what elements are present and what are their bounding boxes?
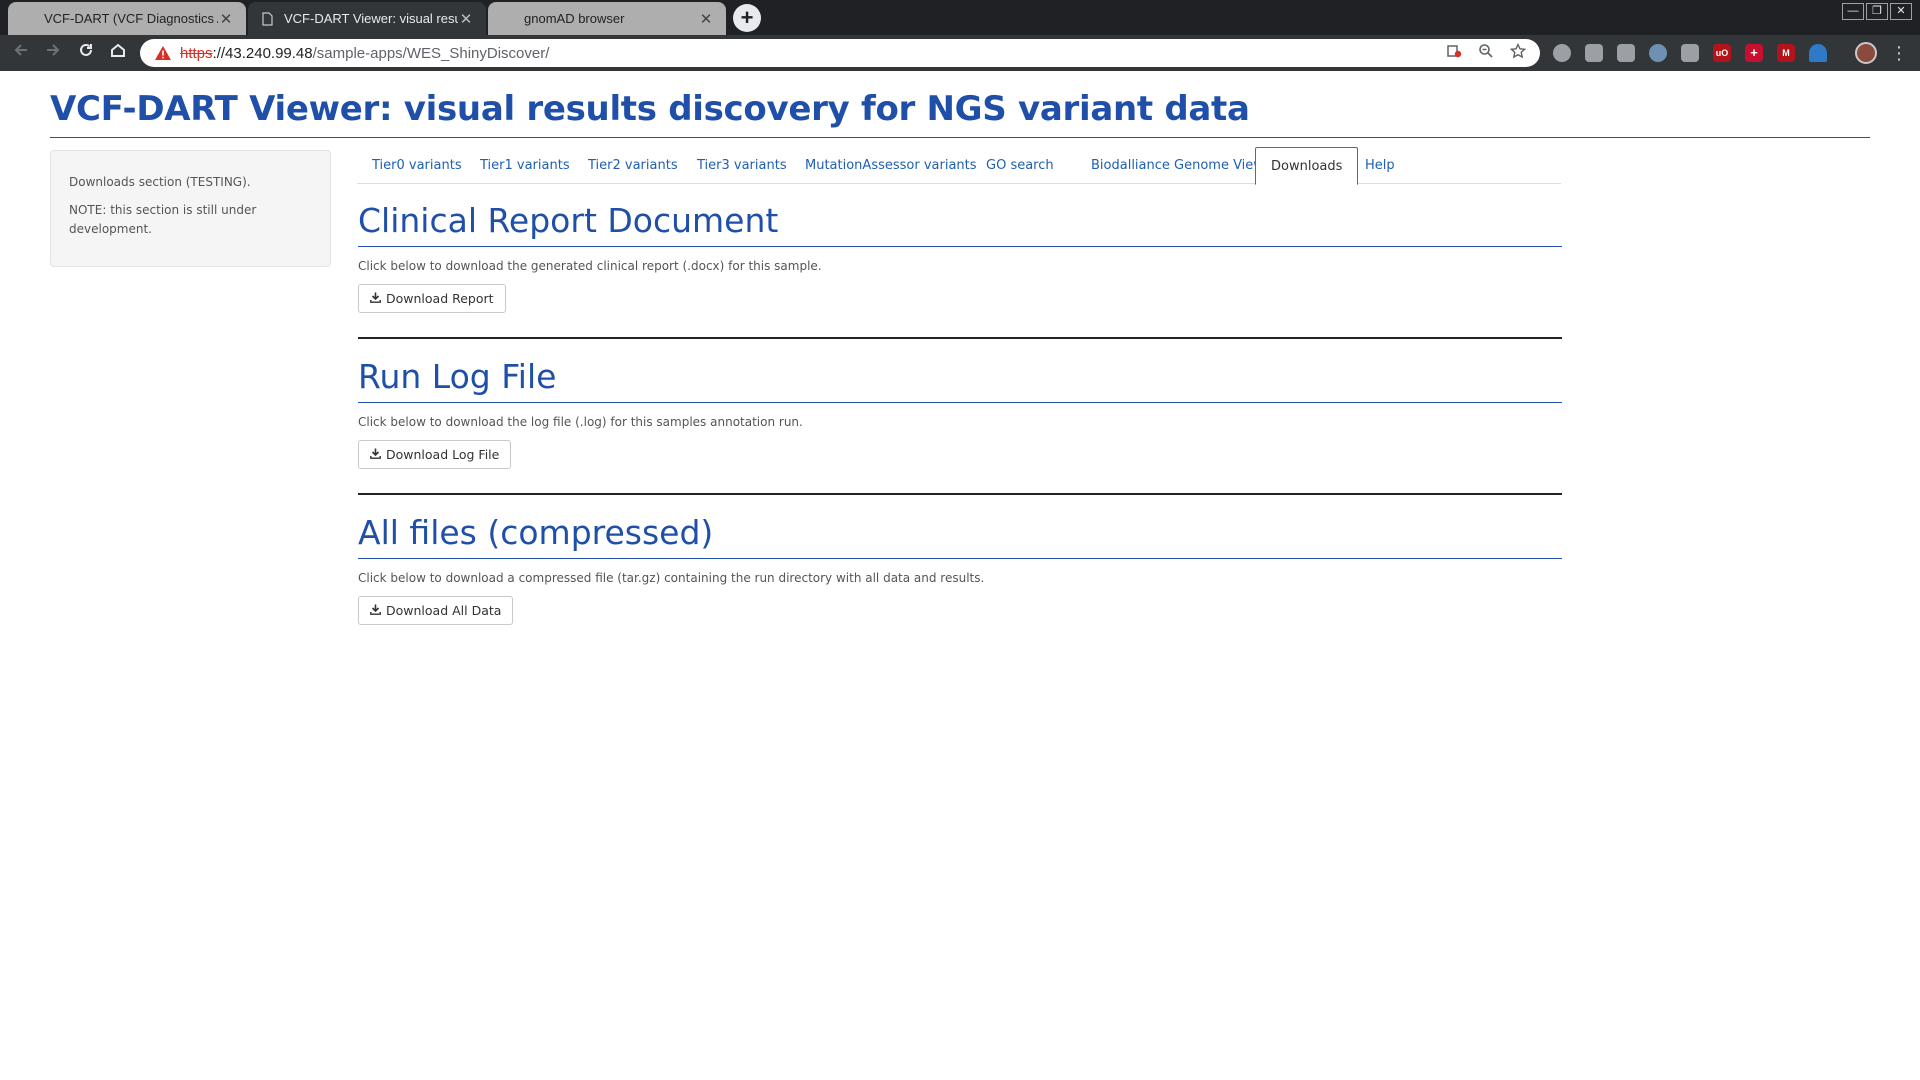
chat-ext-icon[interactable] bbox=[1681, 44, 1699, 62]
section-description: Click below to download the generated cl… bbox=[358, 259, 822, 273]
section-heading: All files (compressed) bbox=[358, 513, 714, 552]
download-report-button[interactable]: Download Report bbox=[358, 284, 506, 313]
tab-close-icon[interactable]: ✕ bbox=[458, 10, 474, 28]
heading-divider bbox=[358, 246, 1562, 247]
section-heading: Run Log File bbox=[358, 357, 557, 396]
tab-tier1-variants[interactable]: Tier1 variants bbox=[465, 147, 585, 184]
browser-tab-gnomad[interactable]: gnomAD browser ✕ bbox=[488, 2, 726, 35]
back-arrow-icon[interactable] bbox=[9, 41, 33, 65]
section-heading: Clinical Report Document bbox=[358, 201, 779, 240]
tab-help[interactable]: Help bbox=[1350, 147, 1410, 184]
section-separator bbox=[358, 493, 1562, 495]
sidebar-panel: Downloads section (TESTING). NOTE: this … bbox=[50, 150, 331, 267]
tab-favicon bbox=[500, 11, 514, 27]
plus-ext-icon[interactable]: + bbox=[1745, 44, 1763, 62]
home-icon[interactable] bbox=[106, 41, 130, 65]
zoom-icon[interactable] bbox=[1476, 43, 1496, 63]
tab-close-icon[interactable]: ✕ bbox=[698, 10, 714, 28]
download-icon bbox=[370, 604, 381, 618]
browser-tab-strip: VCF-DART (VCF Diagnostics Ann ✕ VCF-DART… bbox=[0, 0, 1920, 35]
tab-tier3-variants[interactable]: Tier3 variants bbox=[682, 147, 802, 184]
button-label: Download Report bbox=[386, 291, 494, 306]
download-log-file-button[interactable]: Download Log File bbox=[358, 440, 512, 469]
tab-favicon bbox=[20, 11, 34, 27]
tab-title: VCF-DART Viewer: visual results bbox=[284, 11, 458, 26]
tab-title: VCF-DART (VCF Diagnostics Ann bbox=[44, 11, 218, 26]
section-description: Click below to download the log file (.l… bbox=[358, 415, 803, 429]
tab-go-search[interactable]: GO search bbox=[971, 147, 1069, 184]
tab-tier0-variants[interactable]: Tier0 variants bbox=[357, 147, 477, 184]
warning-icon bbox=[154, 45, 172, 61]
sidebar-text-note: NOTE: this section is still under develo… bbox=[69, 203, 257, 236]
tab-title: gnomAD browser bbox=[524, 11, 625, 26]
download-icon bbox=[370, 292, 381, 306]
browser-tab-viewer[interactable]: VCF-DART Viewer: visual results ✕ bbox=[248, 2, 486, 35]
button-label: Download All Data bbox=[386, 603, 502, 618]
ublock-ext-icon[interactable]: uO bbox=[1713, 44, 1731, 62]
speech-bubble-ext-icon[interactable] bbox=[1553, 44, 1571, 62]
download-all-data-button[interactable]: Download All Data bbox=[358, 596, 514, 625]
url-scheme: https bbox=[180, 44, 213, 62]
shield-ext-icon[interactable] bbox=[1617, 44, 1635, 62]
tab-mutationassessor-variants[interactable]: MutationAssessor variants bbox=[790, 147, 992, 184]
address-bar[interactable]: https://43.240.99.48/sample-apps/WES_Shi… bbox=[140, 39, 1540, 67]
button-label: Download Log File bbox=[386, 447, 500, 462]
section-description: Click below to download a compressed fil… bbox=[358, 571, 985, 585]
url-host: ://43.240.99.48 bbox=[212, 44, 313, 62]
section-separator bbox=[358, 337, 1562, 339]
title-divider bbox=[50, 137, 1870, 138]
tab-downloads[interactable]: Downloads bbox=[1255, 147, 1359, 185]
page: VCF-DART Viewer: visual results discover… bbox=[0, 71, 1920, 1080]
minimize-window-icon[interactable]: — bbox=[1842, 3, 1864, 20]
reload-icon[interactable] bbox=[74, 41, 98, 65]
cast-ext-icon[interactable] bbox=[1585, 44, 1603, 62]
people-ext-icon[interactable] bbox=[1649, 44, 1667, 62]
browser-tab-vcf-dart[interactable]: VCF-DART (VCF Diagnostics Ann ✕ bbox=[8, 2, 246, 35]
tab-tier2-variants[interactable]: Tier2 variants bbox=[573, 147, 693, 184]
url-path: /sample-apps/WES_ShinyDiscover/ bbox=[312, 44, 550, 62]
arc-ext-icon[interactable] bbox=[1809, 44, 1827, 62]
forward-arrow-icon[interactable] bbox=[41, 41, 65, 65]
close-window-icon[interactable]: ✕ bbox=[1890, 3, 1912, 20]
download-icon bbox=[370, 448, 381, 462]
section-clinical-report: Clinical Report Document Click below to … bbox=[358, 196, 1562, 313]
document-icon bbox=[260, 11, 274, 27]
profile-avatar[interactable] bbox=[1855, 42, 1877, 64]
heading-divider bbox=[358, 402, 1562, 403]
page-title: VCF-DART Viewer: visual results discover… bbox=[50, 89, 1250, 129]
section-all-files: All files (compressed) Click below to do… bbox=[358, 508, 1562, 625]
browser-toolbar: https://43.240.99.48/sample-apps/WES_Shi… bbox=[0, 35, 1920, 71]
new-tab-button[interactable]: + bbox=[733, 4, 761, 32]
blocked-content-icon[interactable] bbox=[1444, 43, 1464, 63]
sidebar-text-testing: Downloads section (TESTING). bbox=[69, 175, 251, 189]
section-run-log: Run Log File Click below to download the… bbox=[358, 352, 1562, 469]
m-ext-icon[interactable]: M bbox=[1777, 44, 1795, 62]
nav-tabs: Tier0 variants Tier1 variants Tier2 vari… bbox=[357, 147, 1561, 185]
bookmark-star-icon[interactable] bbox=[1508, 42, 1528, 63]
tab-close-icon[interactable]: ✕ bbox=[218, 10, 234, 28]
browser-menu-icon[interactable]: ⋮ bbox=[1890, 41, 1908, 65]
heading-divider bbox=[358, 558, 1562, 559]
restore-window-icon[interactable]: ❐ bbox=[1866, 3, 1888, 20]
